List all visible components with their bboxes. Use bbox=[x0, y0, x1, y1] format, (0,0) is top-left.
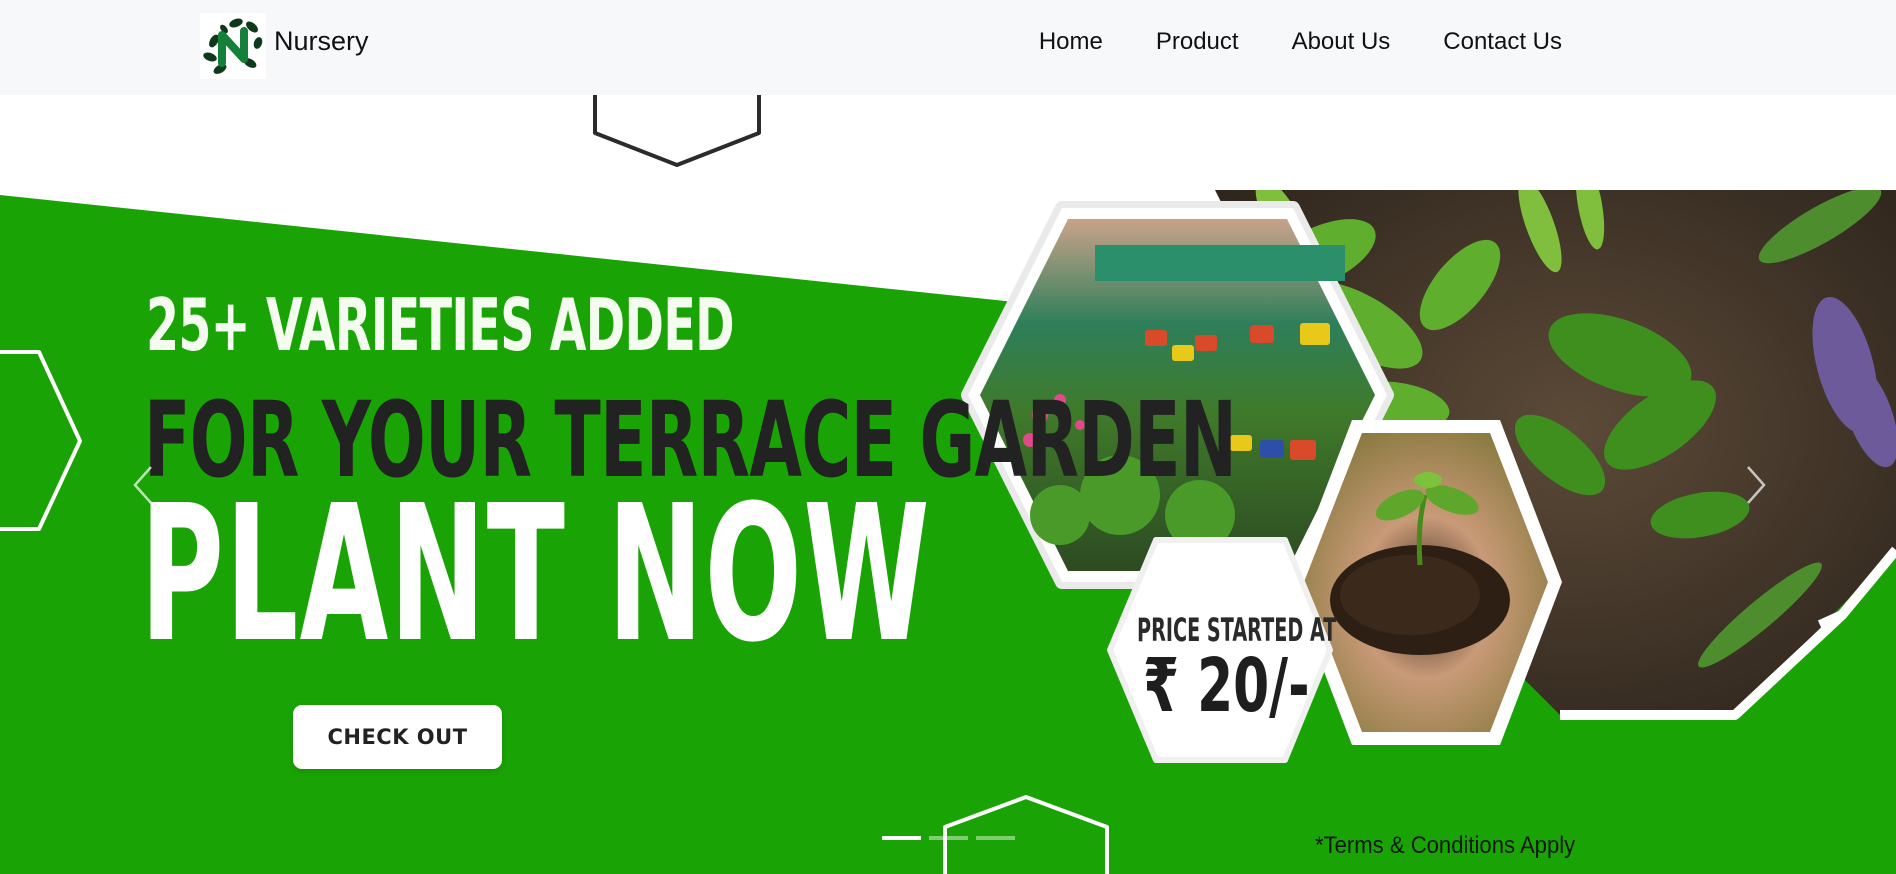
nav-link-about-us[interactable]: About Us bbox=[1292, 28, 1391, 55]
carousel-indicator-1[interactable] bbox=[882, 836, 921, 840]
brand-name: Nursery bbox=[274, 25, 369, 56]
hero-headline-plant-now: PLANT NOW bbox=[140, 465, 931, 684]
nav-link-product[interactable]: Product bbox=[1156, 28, 1239, 55]
carousel-indicator-2[interactable] bbox=[929, 836, 968, 840]
chevron-left-icon bbox=[133, 466, 152, 504]
carousel-next-button[interactable] bbox=[1736, 455, 1776, 515]
leaf-n-logo-icon bbox=[200, 13, 266, 79]
nav-links: Home Product About Us Contact Us bbox=[1039, 28, 1562, 56]
terms-note: *Terms & Conditions Apply bbox=[1315, 832, 1576, 859]
hero-headline-varieties: 25+ VARIETIES ADDED bbox=[146, 283, 735, 367]
hero-carousel: 25+ VARIETIES ADDED FOR YOUR TERRACE GAR… bbox=[0, 95, 1896, 874]
nav-link-home[interactable]: Home bbox=[1039, 28, 1103, 55]
carousel-indicator-3[interactable] bbox=[976, 836, 1015, 840]
brand-link[interactable]: Nursery bbox=[200, 13, 369, 79]
navbar: Nursery Home Product About Us Contact Us bbox=[0, 0, 1896, 95]
nav-link-contact-us[interactable]: Contact Us bbox=[1443, 28, 1562, 55]
carousel-prev-button[interactable] bbox=[123, 455, 163, 515]
carousel-indicators bbox=[882, 836, 1015, 840]
chevron-right-icon bbox=[1747, 466, 1766, 504]
price-value: ₹ 20/- bbox=[1143, 643, 1310, 729]
check-out-button[interactable]: CHECK OUT bbox=[293, 705, 502, 769]
